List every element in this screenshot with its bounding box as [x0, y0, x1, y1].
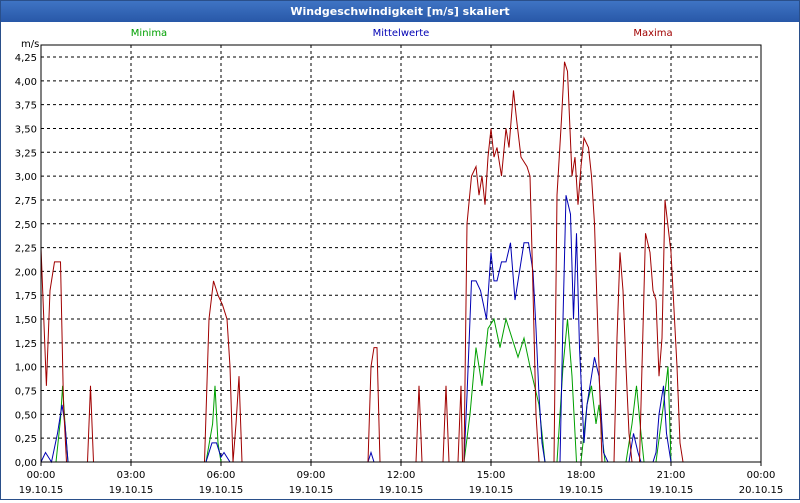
x-tick-time: 03:00	[117, 470, 146, 481]
y-tick-label: 1,00	[15, 363, 37, 374]
y-tick-label: 0,00	[15, 458, 37, 469]
x-tick-date: 19.10.15	[649, 485, 694, 496]
x-tick-time: 09:00	[297, 470, 326, 481]
wind-speed-chart: Minima Mittelwerte Maxima 0,00 0,25 0,50 0,75…	[15, 28, 784, 496]
y-tick-label: 3,50	[15, 124, 37, 135]
x-tick-date: 19.10.15	[199, 485, 244, 496]
y-tick-label: 2,00	[15, 267, 37, 278]
y-tick-label: 0,25	[15, 434, 37, 445]
y-tick-label: 0,50	[15, 410, 37, 421]
x-tick-date: 19.10.15	[379, 485, 424, 496]
x-tick-date: 19.10.15	[559, 485, 604, 496]
y-tick-label: 2,50	[15, 220, 37, 231]
y-tick-label: 1,75	[15, 291, 37, 302]
x-tick-time: 00:00	[27, 470, 56, 481]
x-tick-date: 20.10.15	[739, 485, 784, 496]
x-tick-date: 19.10.15	[109, 485, 154, 496]
x-tick-time: 00:00	[747, 470, 776, 481]
y-tick-label: 1,50	[15, 315, 37, 326]
legend-maxima: Maxima	[633, 28, 672, 39]
x-tick-time: 21:00	[657, 470, 686, 481]
y-tick-label: 4,00	[15, 77, 37, 88]
x-axis: 00:00 19.10.15 03:00 19.10.15 06:00 19.10.15 0…	[19, 462, 784, 496]
y-tick-label: 4,25	[15, 53, 37, 64]
y-tick-label: 2,25	[15, 244, 37, 255]
x-tick-date: 19.10.15	[469, 485, 514, 496]
chart-window: Windgeschwindigkeit [m/s] skaliert Minim…	[0, 0, 800, 500]
y-tick-label: 0,75	[15, 387, 37, 398]
x-tick-date: 19.10.15	[19, 485, 64, 496]
x-tick-time: 06:00	[207, 470, 236, 481]
y-axis-unit-label: m/s	[21, 39, 39, 50]
y-tick-label: 3,25	[15, 148, 37, 159]
grid	[41, 45, 761, 462]
legend: Minima Mittelwerte Maxima	[131, 28, 673, 39]
window-title: Windgeschwindigkeit [m/s] skaliert	[1, 1, 799, 22]
x-tick-date: 19.10.15	[289, 485, 334, 496]
y-axis: 0,00 0,25 0,50 0,75 1,00 1,25 1,50 1,75 2,00 2,25…	[15, 39, 40, 469]
y-tick-label: 3,75	[15, 101, 37, 112]
y-tick-label: 2,75	[15, 196, 37, 207]
y-tick-label: 3,00	[15, 172, 37, 183]
x-tick-time: 12:00	[387, 470, 416, 481]
y-tick-label: 1,25	[15, 339, 37, 350]
x-tick-time: 15:00	[477, 470, 506, 481]
legend-minima: Minima	[131, 28, 167, 39]
x-tick-time: 18:00	[567, 470, 596, 481]
legend-mittelwerte: Mittelwerte	[373, 28, 430, 39]
plot-panel: Minima Mittelwerte Maxima 0,00 0,25 0,50 0,75…	[1, 23, 799, 499]
